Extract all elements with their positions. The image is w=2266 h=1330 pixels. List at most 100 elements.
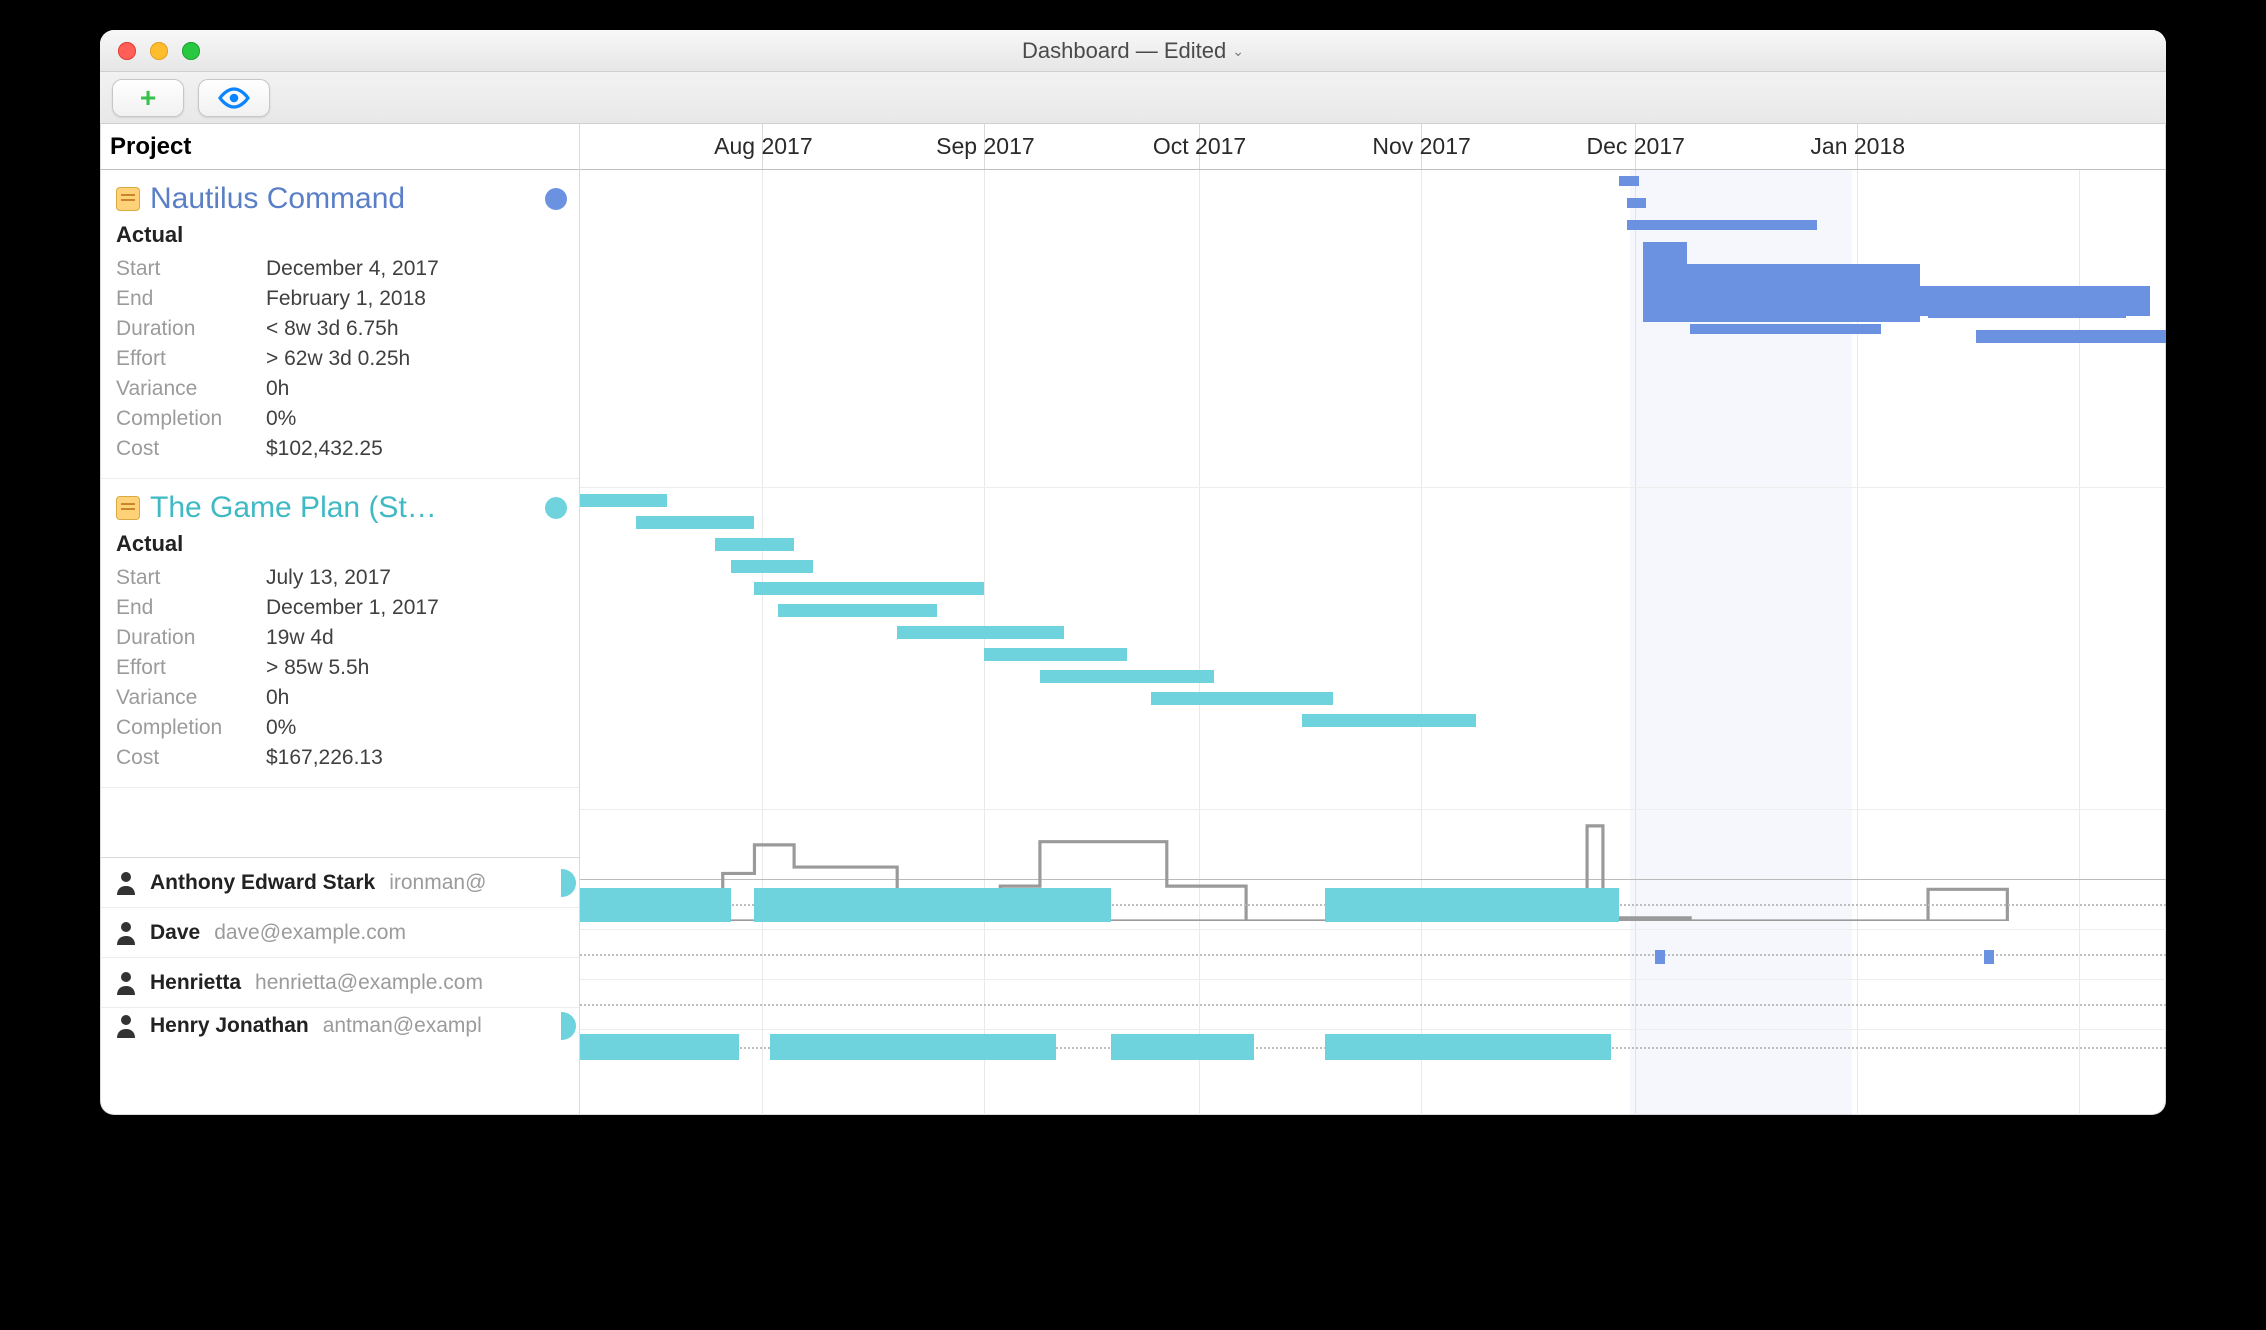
person-icon — [116, 921, 136, 945]
titlebar: Dashboard — Edited ⌄ — [100, 30, 2166, 72]
resource-bar[interactable] — [1325, 888, 1618, 922]
month-label: Sep 2017 — [984, 124, 1083, 169]
close-button[interactable] — [118, 42, 136, 60]
gantt-bar[interactable] — [984, 648, 1127, 661]
field-value: December 4, 2017 — [266, 254, 439, 284]
field-value: > 62w 3d 0.25h — [266, 344, 410, 374]
gantt-bar[interactable] — [1040, 670, 1214, 683]
field-label: Start — [116, 254, 266, 284]
eye-icon — [218, 87, 250, 109]
field-label: Completion — [116, 713, 266, 743]
gantt-bar[interactable] — [897, 626, 1064, 639]
resource-name: Henry Jonathan — [150, 1014, 309, 1038]
resource-row-dave[interactable]: Dave dave@example.com — [100, 908, 579, 958]
project-status-dot — [545, 497, 567, 519]
project-icon — [116, 496, 140, 520]
project-card-gameplan[interactable]: The Game Plan (St… Actual StartJuly 13, … — [100, 479, 579, 788]
field-value: > 85w 5.5h — [266, 653, 369, 683]
gantt-bar[interactable] — [1619, 176, 1640, 186]
field-value: $102,432.25 — [266, 434, 383, 464]
person-icon — [116, 1014, 136, 1038]
field-value: 19w 4d — [266, 623, 334, 653]
month-label: Oct 2017 — [1199, 124, 1293, 169]
timeline-header[interactable]: l 2017Aug 2017Sep 2017Oct 2017Nov 2017De… — [580, 124, 2166, 170]
add-button[interactable]: + — [112, 79, 184, 117]
field-value: 0% — [266, 404, 296, 434]
month-label: l 2017 — [580, 124, 612, 169]
resource-lane[interactable] — [580, 1030, 2166, 1066]
person-icon — [116, 871, 136, 895]
resource-row-henrietta[interactable]: Henrietta henrietta@example.com — [100, 958, 579, 1008]
column-header-project[interactable]: Project — [100, 124, 580, 170]
gantt-bar[interactable] — [580, 494, 667, 507]
resource-bar[interactable] — [1325, 1034, 1610, 1060]
gantt-bar[interactable] — [715, 538, 794, 551]
project-status-dot — [545, 188, 567, 210]
field-value: 0h — [266, 683, 289, 713]
field-label: Effort — [116, 653, 266, 683]
project-name: Nautilus Command — [150, 182, 405, 216]
window-controls — [118, 30, 200, 71]
gantt-bar[interactable] — [636, 516, 755, 529]
window-title-dropdown[interactable]: Dashboard — Edited ⌄ — [1022, 38, 1244, 64]
month-label: Nov 2017 — [1421, 124, 1520, 169]
resource-color-dot — [561, 869, 576, 897]
gantt-bar[interactable] — [778, 604, 937, 617]
month-label: Jan 2018 — [1857, 124, 1953, 169]
minimize-button[interactable] — [150, 42, 168, 60]
load-spacer — [100, 788, 579, 858]
resource-bar[interactable] — [580, 1034, 739, 1060]
resource-lane[interactable] — [580, 980, 2166, 1030]
actual-label: Actual — [116, 531, 567, 557]
resource-color-dot — [561, 1012, 576, 1040]
field-label: Variance — [116, 374, 266, 404]
project-icon — [116, 187, 140, 211]
resource-row-henry[interactable]: Henry Jonathan antman@exampl — [100, 1008, 579, 1044]
project-card-nautilus[interactable]: Nautilus Command Actual StartDecember 4,… — [100, 170, 579, 479]
gantt-bar[interactable] — [1928, 308, 2126, 318]
person-icon — [116, 971, 136, 995]
field-label: Duration — [116, 623, 266, 653]
resource-tick — [1655, 950, 1665, 964]
sidebar: Project Nautilus Command Actual StartDec… — [100, 124, 580, 1115]
resource-bar[interactable] — [580, 888, 731, 922]
gantt-bar[interactable] — [1690, 324, 1880, 334]
resource-lane[interactable] — [580, 880, 2166, 930]
field-value: 0h — [266, 374, 289, 404]
field-label: Start — [116, 563, 266, 593]
project-lane — [580, 488, 2166, 810]
gantt-bar[interactable] — [754, 582, 984, 595]
gantt-bar[interactable] — [1627, 220, 1817, 230]
resource-bar[interactable] — [754, 888, 1111, 922]
gantt-bar[interactable] — [1976, 330, 2166, 343]
project-lane — [580, 170, 2166, 488]
window-title: Dashboard — Edited — [1022, 38, 1226, 64]
resource-email: dave@example.com — [214, 921, 406, 945]
gantt-bar[interactable] — [731, 560, 813, 573]
field-label: Cost — [116, 434, 266, 464]
field-label: End — [116, 284, 266, 314]
gantt-bar[interactable] — [1627, 198, 1646, 208]
view-button[interactable] — [198, 79, 270, 117]
zoom-button[interactable] — [182, 42, 200, 60]
resource-tick — [1984, 950, 1994, 964]
field-value: February 1, 2018 — [266, 284, 426, 314]
month-label: Aug 2017 — [762, 124, 861, 169]
resource-email: antman@exampl — [323, 1014, 482, 1038]
field-label: Effort — [116, 344, 266, 374]
toolbar: + — [100, 72, 2166, 124]
field-label: Variance — [116, 683, 266, 713]
resource-row-anthony[interactable]: Anthony Edward Stark ironman@ — [100, 858, 579, 908]
field-value: July 13, 2017 — [266, 563, 391, 593]
timeline[interactable]: l 2017Aug 2017Sep 2017Oct 2017Nov 2017De… — [580, 124, 2166, 1115]
resource-bar[interactable] — [770, 1034, 1055, 1060]
field-value: 0% — [266, 713, 296, 743]
gantt-bar[interactable] — [1302, 714, 1476, 727]
resource-email: ironman@ — [389, 871, 486, 895]
resource-bar[interactable] — [1111, 1034, 1254, 1060]
gantt-bar[interactable] — [1151, 692, 1333, 705]
resource-lane[interactable] — [580, 930, 2166, 980]
field-label: Completion — [116, 404, 266, 434]
app-window: Dashboard — Edited ⌄ + Project — [100, 30, 2166, 1115]
field-value: $167,226.13 — [266, 743, 383, 773]
